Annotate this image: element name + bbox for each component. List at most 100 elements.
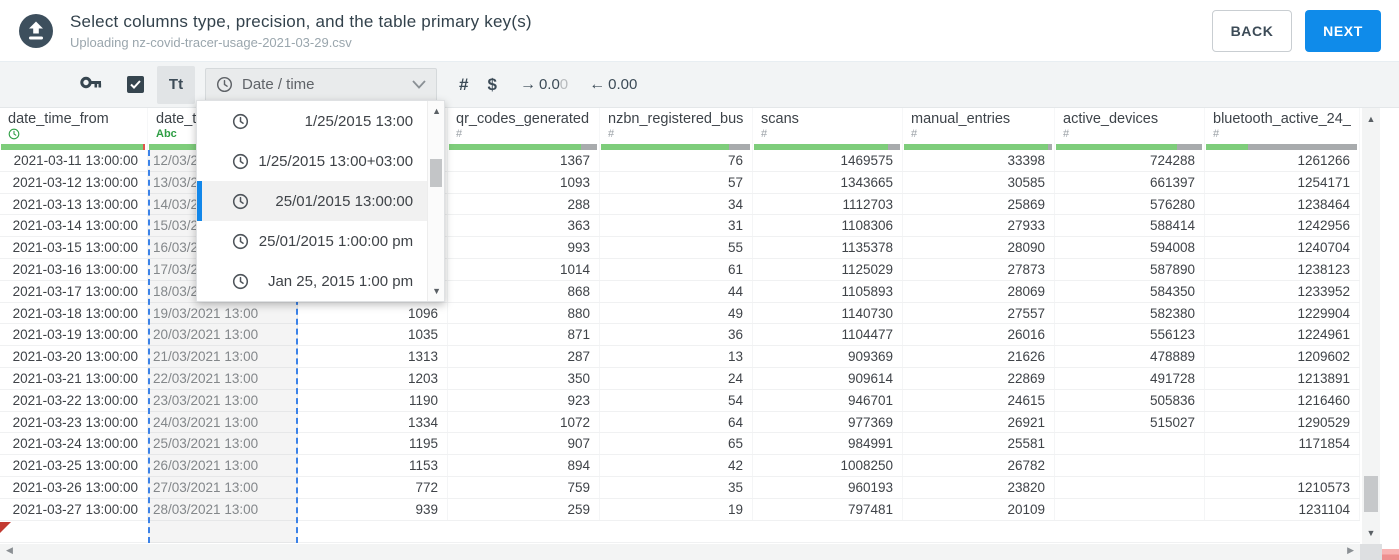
table-cell: 2021-03-14 13:00:00 <box>0 215 148 237</box>
number-type-label: # <box>1213 128 1220 140</box>
date-format-option[interactable]: 25/01/2015 1:00:00 pm <box>197 221 427 261</box>
table-cell: 907 <box>448 433 600 455</box>
table-cell: 1140730 <box>753 302 903 324</box>
table-cell: 1233952 <box>1205 280 1360 302</box>
column-name: bluetooth_active_24_hr_ <box>1213 111 1351 127</box>
table-cell: 21/03/2021 13:00 <box>148 346 298 367</box>
table-cell: 350 <box>448 367 600 389</box>
scroll-down-icon[interactable]: ▼ <box>428 286 445 296</box>
text-type-button[interactable]: Tt <box>157 65 195 104</box>
table-cell: 44 <box>600 280 753 302</box>
table-cell: 2021-03-17 13:00:00 <box>0 280 148 302</box>
error-corner-flag <box>0 522 11 533</box>
table-cell: 42 <box>600 455 753 476</box>
table-cell: 594008 <box>1055 237 1205 258</box>
number-type-label: # <box>761 128 768 140</box>
scroll-right-icon[interactable]: ▶ <box>1347 545 1354 556</box>
table-cell: 27933 <box>903 215 1055 237</box>
table-cell: 2021-03-23 13:00:00 <box>0 411 148 433</box>
column-header-qr_codes_generated[interactable]: qr_codes_generated # <box>448 108 600 150</box>
checked-checkbox[interactable] <box>127 76 144 93</box>
date-format-option[interactable]: Jan 25, 2015 1:00 pm <box>197 261 427 301</box>
table-cell: 31 <box>600 215 753 237</box>
clock-icon <box>232 153 249 170</box>
scroll-left-icon[interactable]: ◀ <box>6 545 13 556</box>
table-cell: 2021-03-16 13:00:00 <box>0 258 148 280</box>
table-row: 2021-03-20 13:00:00 21/03/2021 13:00 1313 2… <box>0 346 1360 368</box>
scrollbar-thumb[interactable] <box>430 159 443 187</box>
table-cell: 20109 <box>903 498 1055 520</box>
clock-icon <box>216 76 233 93</box>
date-format-option[interactable]: 1/25/2015 13:00+03:00 <box>197 141 427 181</box>
table-cell: 1229904 <box>1205 302 1360 324</box>
column-header-nzbn_registered_busine[interactable]: nzbn_registered_busine# <box>600 108 753 150</box>
clock-icon <box>232 233 249 250</box>
date-format-option[interactable]: 1/25/2015 13:00 <box>197 101 427 141</box>
table-cell: 1112703 <box>753 193 903 215</box>
primary-key-icon[interactable] <box>80 75 103 95</box>
table-cell: 1238123 <box>1205 258 1360 280</box>
scroll-down-icon[interactable]: ▼ <box>1362 528 1380 538</box>
column-header-date_time_from[interactable]: date_time_from <box>0 108 148 150</box>
vertical-scrollbar[interactable]: ▲ ▼ <box>1362 108 1380 544</box>
table-cell: 2021-03-21 13:00:00 <box>0 367 148 389</box>
remove-decimal-button[interactable]: ← 0.00 <box>589 76 637 94</box>
table-cell: 1210573 <box>1205 476 1360 498</box>
currency-type-button[interactable]: $ <box>487 75 496 95</box>
scroll-up-icon[interactable]: ▲ <box>428 106 445 116</box>
table-cell: 1469575 <box>753 150 903 171</box>
table-cell: 588414 <box>1055 215 1205 237</box>
table-cell: 1290529 <box>1205 411 1360 433</box>
table-cell: 582380 <box>1055 302 1205 324</box>
table-cell: 36 <box>600 324 753 346</box>
empty-row <box>0 521 1360 543</box>
table-cell: 1171854 <box>1205 433 1360 455</box>
column-type-select[interactable]: Date / time <box>205 67 437 102</box>
table-cell: 2021-03-20 13:00:00 <box>0 346 148 367</box>
scrollbar-corner <box>1360 544 1382 560</box>
table-row: 2021-03-21 13:00:00 22/03/2021 13:00 1203 3… <box>0 367 1360 390</box>
column-header-scans[interactable]: scans # <box>753 108 903 150</box>
table-cell: 259 <box>448 498 600 520</box>
table-cell: 2021-03-24 13:00:00 <box>0 433 148 455</box>
table-cell: 1105893 <box>753 280 903 302</box>
table-cell: 2021-03-25 13:00:00 <box>0 455 148 476</box>
date-format-label: Jan 25, 2015 1:00 pm <box>267 272 414 290</box>
table-cell: 1240704 <box>1205 237 1360 258</box>
add-decimal-button[interactable]: → 0.0 0 <box>520 76 568 94</box>
table-cell: 871 <box>448 324 600 346</box>
table-cell: 491728 <box>1055 367 1205 389</box>
column-header-manual_entries[interactable]: manual_entries # <box>903 108 1055 150</box>
table-cell: 584350 <box>1055 280 1205 302</box>
horizontal-scrollbar[interactable]: ◀ ▶ <box>0 544 1360 560</box>
table-cell: 880 <box>448 302 600 324</box>
table-cell: 13 <box>600 346 753 367</box>
clock-icon <box>232 113 249 130</box>
scrollbar-thumb[interactable] <box>1364 476 1378 512</box>
table-row: 2021-03-22 13:00:00 23/03/2021 13:00 1190 9… <box>0 389 1360 412</box>
back-button[interactable]: BACK <box>1212 9 1292 52</box>
table-cell: 724288 <box>1055 150 1205 171</box>
table-cell: 1334 <box>298 411 448 433</box>
table-cell <box>1205 455 1360 476</box>
table-cell: 26921 <box>903 411 1055 433</box>
table-cell <box>1055 498 1205 520</box>
table-cell: 1261266 <box>1205 150 1360 171</box>
date-format-option[interactable]: 25/01/2015 13:00:00 <box>197 181 428 221</box>
upload-cloud-icon <box>18 13 54 49</box>
number-type-label: # <box>608 128 615 140</box>
table-cell: 2021-03-15 13:00:00 <box>0 237 148 258</box>
table-cell: 505836 <box>1055 389 1205 411</box>
scroll-up-icon[interactable]: ▲ <box>1362 114 1380 124</box>
next-button[interactable]: NEXT <box>1305 9 1381 52</box>
table-cell: 65 <box>600 433 753 455</box>
table-cell: 363 <box>448 215 600 237</box>
quality-bar <box>601 144 750 150</box>
integer-type-button[interactable]: # <box>459 75 468 95</box>
column-header-active_devices[interactable]: active_devices # <box>1055 108 1205 150</box>
date-format-label: 1/25/2015 13:00+03:00 <box>258 152 414 170</box>
dropdown-scrollbar[interactable]: ▲ ▼ <box>427 101 444 301</box>
column-header-bluetooth_active_24_hr_[interactable]: bluetooth_active_24_hr_# <box>1205 108 1360 150</box>
table-cell: 2021-03-26 13:00:00 <box>0 476 148 498</box>
table-cell: 25581 <box>903 433 1055 455</box>
